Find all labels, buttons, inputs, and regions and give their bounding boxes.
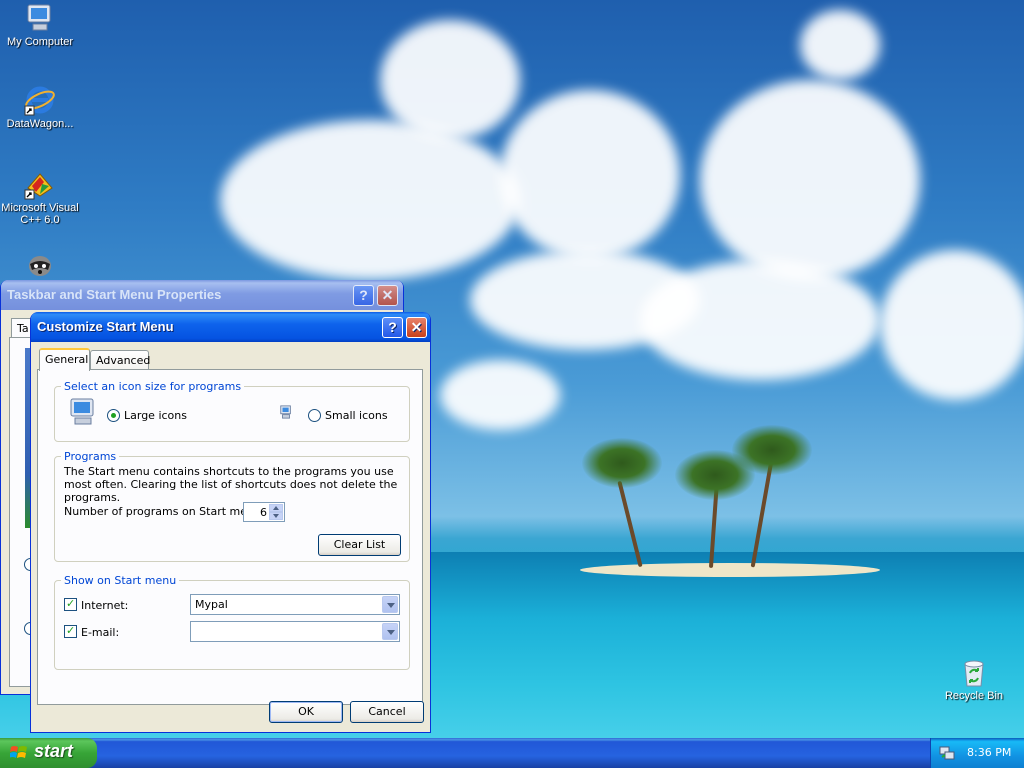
desktop-icon-partial[interactable] [0, 248, 80, 278]
cloud [640, 260, 880, 380]
chevron-up-icon [273, 506, 279, 510]
internet-program-select[interactable]: Mypal [190, 594, 400, 615]
spinner-down-button[interactable] [269, 512, 283, 520]
close-button[interactable]: ✕ [377, 285, 398, 306]
tab-advanced[interactable]: Advanced [90, 350, 151, 370]
tab-label: Advanced [96, 354, 151, 367]
program-count-spinner[interactable]: 6 [243, 502, 285, 522]
desktop-icon-label: Recycle Bin [944, 690, 1004, 702]
palm-tree-crown [582, 438, 662, 488]
customize-start-menu-dialog[interactable]: Customize Start Menu ? ✕ General Advance… [30, 312, 431, 733]
button-label: Clear List [333, 538, 386, 551]
group-legend: Programs [64, 450, 117, 463]
large-icons-label: Large icons [124, 409, 187, 422]
desktop-icon-recycle-bin[interactable]: Recycle Bin [934, 656, 1014, 702]
start-button[interactable]: start [0, 738, 97, 768]
window-title: Taskbar and Start Menu Properties [7, 287, 222, 302]
visual-cpp-icon [24, 173, 53, 200]
help-button[interactable]: ? [382, 317, 403, 338]
program-count-value: 6 [260, 506, 267, 519]
close-icon: ✕ [381, 287, 394, 303]
chevron-down-icon[interactable] [382, 596, 398, 613]
help-button[interactable]: ? [353, 285, 374, 306]
chevron-down-icon [273, 514, 279, 518]
program-count-label: Number of programs on Start menu: [64, 505, 265, 518]
tab-label: Ta [17, 322, 29, 335]
window-title: Customize Start Menu [37, 319, 174, 334]
network-icon[interactable] [939, 745, 955, 761]
recycle-bin-icon [964, 660, 984, 687]
raccoon-icon [29, 256, 51, 276]
windows-logo-icon [10, 746, 27, 758]
email-program-select[interactable] [190, 621, 400, 642]
large-icon-computer-icon [70, 398, 94, 425]
cloud [880, 250, 1024, 400]
select-value: Mypal [195, 598, 228, 611]
small-icons-radio[interactable] [308, 409, 321, 422]
spinner-up-button[interactable] [269, 504, 283, 512]
cloud [380, 20, 520, 140]
internet-label: Internet: [81, 599, 129, 612]
help-icon: ? [359, 287, 368, 303]
button-label: OK [298, 705, 314, 718]
clear-list-button[interactable]: Clear List [318, 534, 401, 556]
chevron-down-icon[interactable] [382, 623, 398, 640]
cloud [700, 80, 920, 280]
programs-description: The Start menu contains shortcuts to the… [64, 465, 398, 504]
cloud [220, 120, 520, 280]
internet-checkbox[interactable] [64, 597, 77, 611]
cancel-button[interactable]: Cancel [350, 701, 424, 723]
cloud [500, 90, 680, 260]
help-icon: ? [388, 319, 397, 335]
island [580, 563, 880, 577]
desktop-icon-label: C++ 6.0 [20, 214, 60, 226]
tab-label: General [45, 353, 89, 366]
palm-tree-crown [732, 425, 812, 475]
taskbar: start 8:36 PM [0, 738, 1024, 768]
desktop-icon-datawagon[interactable]: DataWagon... [0, 84, 80, 130]
internet-explorer-icon [24, 86, 55, 116]
large-icons-radio[interactable] [107, 409, 120, 422]
system-tray: 8:36 PM [930, 738, 1024, 768]
desktop-icon-label: My Computer [6, 36, 74, 48]
small-icons-label: Small icons [325, 409, 388, 422]
general-tab-panel: Select an icon size for programs Large i… [37, 369, 423, 705]
desktop-icon-my-computer[interactable]: My Computer [0, 2, 80, 48]
group-legend: Show on Start menu [64, 574, 177, 587]
programs-group: Programs The Start menu contains shortcu… [54, 450, 410, 562]
title-bar[interactable]: Customize Start Menu ? ✕ [31, 312, 430, 342]
desktop-icon-label: Microsoft Visual [1, 202, 79, 214]
desktop-icon-visual-cpp[interactable]: Microsoft Visual C++ 6.0 [0, 168, 80, 226]
cloud [800, 10, 880, 80]
my-computer-icon [27, 4, 51, 31]
button-label: Cancel [368, 705, 406, 718]
ok-button[interactable]: OK [269, 701, 343, 723]
title-bar[interactable]: Taskbar and Start Menu Properties ? ✕ [1, 280, 403, 310]
icon-size-group: Select an icon size for programs Large i… [54, 380, 410, 442]
group-legend: Select an icon size for programs [64, 380, 242, 393]
clock[interactable]: 8:36 PM [967, 746, 1011, 759]
small-icon-computer-icon [280, 405, 291, 419]
tab-general[interactable]: General [39, 348, 90, 371]
desktop-icon-label: DataWagon... [6, 118, 74, 130]
close-icon: ✕ [410, 319, 423, 335]
cloud [440, 360, 560, 430]
email-checkbox[interactable] [64, 624, 77, 638]
start-label: start [34, 741, 74, 761]
show-on-start-menu-group: Show on Start menu Internet: Mypal E-mai… [54, 574, 410, 670]
close-button[interactable]: ✕ [406, 317, 427, 338]
email-label: E-mail: [81, 626, 120, 639]
